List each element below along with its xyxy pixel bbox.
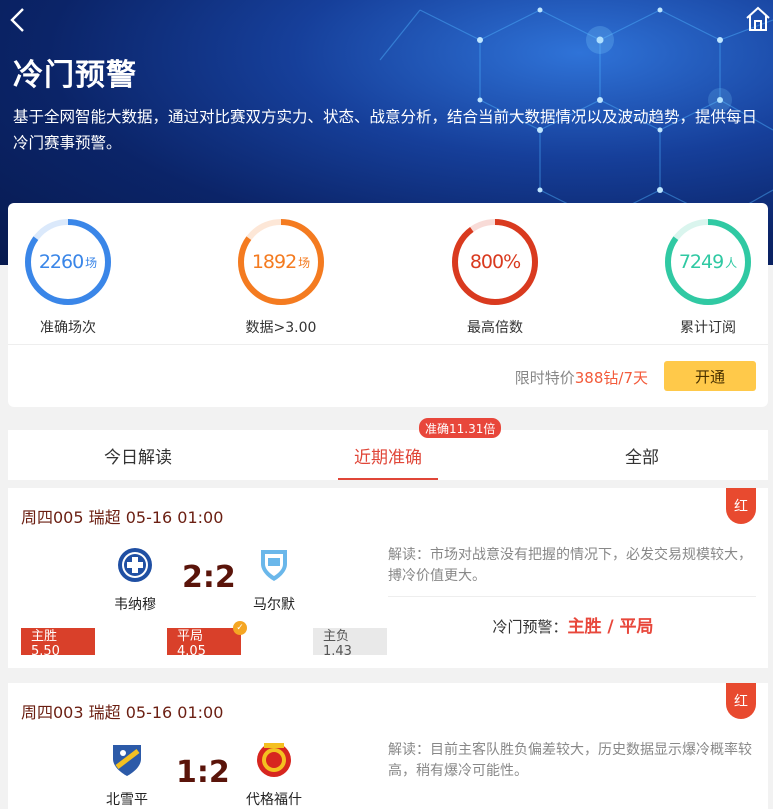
stat-unit: 场 (85, 255, 98, 270)
tab-bar: 今日解读 近期准确 全部 (8, 430, 768, 480)
home-team: 韦纳穆 (100, 546, 170, 614)
stat-value: 800% (469, 251, 521, 273)
stat-label: 准确场次 (40, 320, 96, 336)
home-button[interactable] (745, 6, 771, 32)
page: 冷门预警 基于全网智能大数据，通过对比赛双方实力、状态、战意分析，结合当前大数据… (0, 0, 773, 809)
price-text: 限时特价388钻/7天 (515, 367, 648, 388)
match-title: 周四005 瑞超 05-16 01:00 (21, 508, 224, 527)
tab-all[interactable]: 全部 (572, 430, 712, 480)
stat-value: 7249 (678, 251, 724, 273)
price-value: 388钻/7天 (574, 369, 648, 387)
match-analysis: 解读：目前主客队胜负偏差较大，历史数据显示爆冷概率较高，稍有爆冷可能性。 (388, 742, 752, 779)
match-card[interactable]: 周四003 瑞超 05-16 01:00 红 北雪平 1:2 代格福什 解读：目… (8, 683, 768, 809)
stat-label: 最高倍数 (467, 320, 523, 336)
page-title: 冷门预警 (13, 58, 137, 93)
match-score: 2:2 (182, 560, 236, 595)
stat-max-multiple: 800% 最高倍数 (420, 215, 570, 337)
odd-label: 平局4.05 (177, 628, 206, 659)
stat-label: 累计订阅 (680, 320, 736, 336)
divider (388, 596, 756, 597)
team-logo-icon (261, 550, 287, 581)
home-team-name: 韦纳穆 (114, 597, 156, 613)
result-flag: 红 (726, 683, 756, 719)
warn-pick: 主胜 / 平局 (567, 617, 654, 637)
price-prefix: 限时特价 (514, 369, 575, 387)
match-card[interactable]: 周四005 瑞超 05-16 01:00 红 韦纳穆 2:2 马尔默 主胜5.5… (8, 488, 768, 668)
odd-home-win[interactable]: 主胜5.50 (21, 628, 95, 659)
home-team-name: 北雪平 (106, 792, 148, 808)
back-button[interactable] (6, 6, 32, 34)
warn-label: 冷门预警： (492, 618, 568, 636)
stat-unit: 场 (298, 255, 311, 270)
odd-draw[interactable]: 平局4.05 ✓ (167, 621, 247, 659)
team-logo-icon (118, 548, 152, 582)
match-title: 周四003 瑞超 05-16 01:00 (21, 703, 224, 722)
divider (8, 344, 768, 345)
accuracy-badge: 准确11.31倍 (419, 418, 502, 438)
stat-value: 2260 (38, 251, 84, 273)
odd-away-win[interactable]: 主负 1.43 (313, 628, 387, 659)
away-team-name: 马尔默 (253, 597, 295, 613)
away-team: 马尔默 (239, 546, 309, 614)
stat-value: 1892 (251, 251, 297, 273)
stat-odds-over-3: 1892 场 数据>3.00 (206, 215, 356, 337)
result-flag: 红 (726, 488, 756, 524)
check-icon: ✓ (233, 621, 247, 635)
upset-warning: 冷门预警：主胜 / 平局 (388, 612, 758, 637)
match-score: 1:2 (176, 755, 230, 790)
tab-today[interactable]: 今日解读 (68, 430, 208, 480)
team-logo-icon (113, 745, 141, 776)
team-logo-icon (257, 743, 291, 777)
stat-label: 数据>3.00 (245, 320, 317, 336)
stat-unit: 人 (725, 255, 738, 270)
away-team: 代格福什 (239, 741, 309, 809)
stat-subscribers: 7249 人 累计订阅 (633, 215, 773, 337)
home-team: 北雪平 (92, 741, 162, 809)
match-analysis: 解读：市场对战意没有把握的情况下，必发交易规模较大，搏冷价值更大。 (388, 547, 752, 584)
stat-accurate-matches: 2260 场 准确场次 (0, 215, 143, 337)
page-description: 基于全网智能大数据，通过对比赛双方实力、状态、战意分析，结合当前大数据情况以及波… (13, 108, 758, 152)
home-icon (746, 6, 770, 31)
stats-card: 2260 场 准确场次 1892 场 数据>3.00 800% 最高倍数 724… (8, 203, 768, 407)
chevron-left-icon (10, 8, 24, 32)
away-team-name: 代格福什 (246, 792, 302, 808)
subscribe-button[interactable]: 开通 (664, 361, 756, 391)
active-tab-indicator (338, 478, 438, 480)
